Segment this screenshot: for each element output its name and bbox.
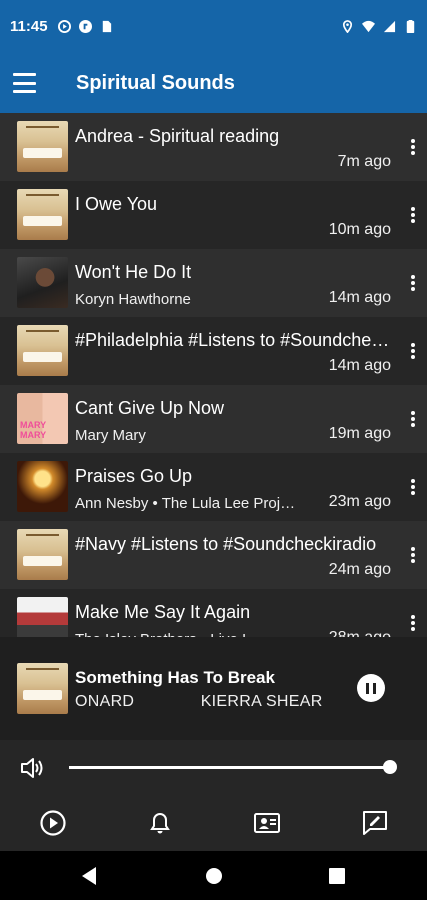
track-artist: Mary Mary bbox=[75, 427, 146, 444]
track-row[interactable]: #Philadelphia #Listens to #Soundcheckira… bbox=[0, 317, 427, 385]
more-options-icon[interactable] bbox=[411, 343, 415, 359]
more-options-icon[interactable] bbox=[411, 411, 415, 427]
recents-icon[interactable] bbox=[328, 866, 346, 886]
track-title: I Owe You bbox=[75, 194, 158, 214]
wifi-icon bbox=[362, 20, 375, 33]
sd-card-icon bbox=[102, 20, 111, 33]
bottom-toolbar bbox=[0, 795, 427, 851]
media-play-icon bbox=[57, 20, 71, 33]
track-title: #Navy #Listens to #Soundcheckiradio bbox=[75, 534, 377, 554]
volume-bar bbox=[0, 740, 427, 795]
track-artwork bbox=[17, 121, 68, 172]
track-row[interactable]: #Navy #Listens to #Soundcheckiradio 24m a… bbox=[0, 521, 427, 589]
now-playing-artist: ONARD KIERRA SHEAR bbox=[75, 693, 323, 710]
track-artist: Ann Nesby • The Lula Lee Project bbox=[75, 495, 300, 512]
more-options-icon[interactable] bbox=[411, 207, 415, 223]
track-artist: Koryn Hawthorne bbox=[75, 291, 191, 308]
track-artwork bbox=[17, 325, 68, 376]
track-artwork bbox=[17, 189, 68, 240]
back-icon[interactable] bbox=[80, 866, 98, 886]
menu-icon[interactable] bbox=[13, 73, 36, 93]
track-title: Won't He Do It bbox=[75, 262, 192, 282]
bell-icon[interactable] bbox=[146, 809, 174, 837]
signal-icon bbox=[383, 20, 396, 33]
location-icon bbox=[342, 20, 353, 33]
more-options-icon[interactable] bbox=[411, 547, 415, 563]
track-row[interactable]: Praises Go Up Ann Nesby • The Lula Lee Pr… bbox=[0, 453, 427, 521]
edit-message-icon[interactable] bbox=[361, 809, 389, 837]
app-title: Spiritual Sounds bbox=[76, 71, 235, 94]
battery-icon bbox=[406, 20, 415, 33]
track-artwork bbox=[17, 461, 68, 512]
status-bar: 11:45 bbox=[0, 0, 427, 53]
pause-button[interactable] bbox=[357, 674, 385, 702]
track-title: #Philadelphia #Listens to #Soundcheckira… bbox=[75, 330, 392, 350]
more-options-icon[interactable] bbox=[411, 615, 415, 631]
track-played-time: 7m ago bbox=[337, 153, 391, 170]
system-nav-bar bbox=[0, 851, 427, 900]
play-circle-icon[interactable] bbox=[39, 809, 67, 837]
track-row[interactable]: Make Me Say It Again The Isley Brothers •… bbox=[0, 589, 427, 637]
now-playing-bar[interactable]: Something Has To Break ONARD KIERRA SHEA… bbox=[0, 650, 427, 726]
volume-slider-thumb[interactable] bbox=[383, 760, 397, 774]
app-notification-icon bbox=[78, 20, 92, 33]
track-row[interactable]: Andrea - Spiritual reading 7m ago bbox=[0, 113, 427, 181]
track-artwork bbox=[17, 597, 68, 637]
track-row[interactable]: I Owe You 10m ago bbox=[0, 181, 427, 249]
track-row[interactable]: Won't He Do It Koryn Hawthorne 14m ago bbox=[0, 249, 427, 317]
volume-icon[interactable] bbox=[20, 757, 44, 779]
track-title: Andrea - Spiritual reading bbox=[75, 126, 280, 146]
track-title: Cant Give Up Now bbox=[75, 398, 225, 418]
track-played-time: 23m ago bbox=[328, 493, 391, 510]
track-artwork bbox=[17, 393, 68, 444]
track-played-time: 14m ago bbox=[328, 357, 391, 374]
track-title: Make Me Say It Again bbox=[75, 602, 251, 622]
volume-slider-track[interactable] bbox=[69, 766, 390, 769]
more-options-icon[interactable] bbox=[411, 479, 415, 495]
now-playing-title: Something Has To Break bbox=[75, 668, 275, 687]
track-played-time: 19m ago bbox=[328, 425, 391, 442]
more-options-icon[interactable] bbox=[411, 275, 415, 291]
track-artwork bbox=[17, 257, 68, 308]
track-played-time: 24m ago bbox=[328, 561, 391, 578]
now-playing-artwork bbox=[17, 663, 68, 714]
track-artist: The Isley Brothers • Live I bbox=[75, 631, 300, 637]
status-time: 11:45 bbox=[10, 18, 48, 35]
track-played-time: 28m ago bbox=[329, 629, 391, 637]
track-played-time: 10m ago bbox=[328, 221, 391, 238]
home-icon[interactable] bbox=[205, 866, 223, 886]
track-title: Praises Go Up bbox=[75, 466, 193, 486]
track-list[interactable]: Andrea - Spiritual reading 7m ago I Owe Yo… bbox=[0, 113, 427, 637]
app-bar: Spiritual Sounds bbox=[0, 53, 427, 113]
track-artwork bbox=[17, 529, 68, 580]
contact-card-icon[interactable] bbox=[253, 809, 281, 837]
more-options-icon[interactable] bbox=[411, 139, 415, 155]
track-played-time: 14m ago bbox=[328, 289, 391, 306]
track-row[interactable]: Cant Give Up Now Mary Mary 19m ago bbox=[0, 385, 427, 453]
